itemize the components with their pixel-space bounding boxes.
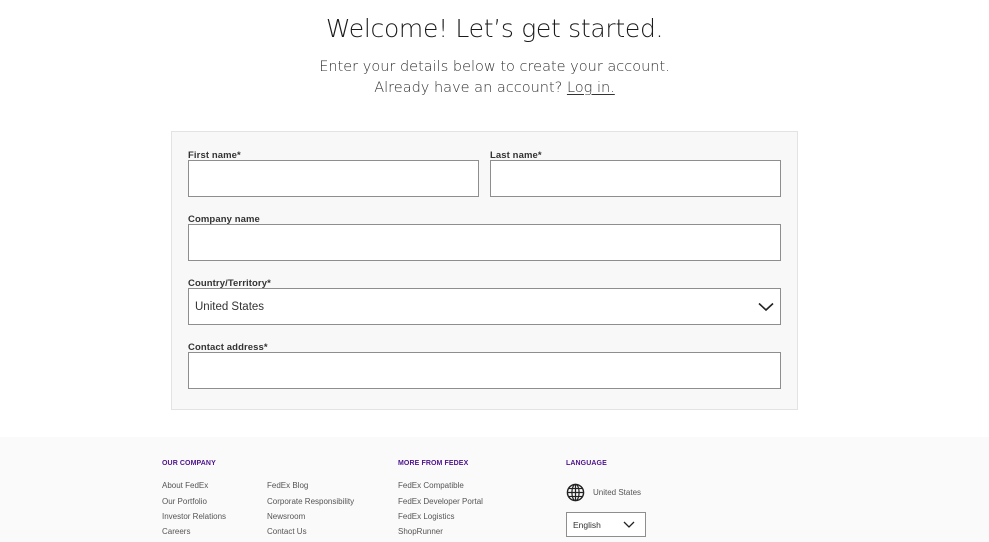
- footer-link-corporate-responsibility[interactable]: Corporate Responsibility: [267, 497, 354, 506]
- footer-link-contact-us[interactable]: Contact Us: [267, 527, 307, 536]
- region-selector[interactable]: United States: [566, 483, 641, 502]
- last-name-input[interactable]: [490, 160, 781, 197]
- chevron-down-icon: [623, 521, 635, 528]
- footer-link-investor-relations[interactable]: Investor Relations: [162, 512, 226, 521]
- footer-link-shoprunner[interactable]: ShopRunner: [398, 527, 443, 536]
- footer-link-fedex-developer-portal[interactable]: FedEx Developer Portal: [398, 497, 483, 506]
- footer-link-careers[interactable]: Careers: [162, 527, 190, 536]
- footer-link-our-portfolio[interactable]: Our Portfolio: [162, 497, 207, 506]
- country-field: Country/Territory* United States: [188, 278, 781, 325]
- page-subtitle: Enter your details below to create your …: [319, 59, 670, 75]
- footer-link-fedex-blog[interactable]: FedEx Blog: [267, 481, 308, 490]
- footer-heading-our-company: OUR COMPANY: [162, 460, 216, 467]
- chevron-down-icon: [758, 302, 774, 311]
- company-name-input[interactable]: [188, 224, 781, 261]
- footer-link-about-fedex[interactable]: About FedEx: [162, 481, 208, 490]
- country-selected-value: United States: [195, 300, 265, 313]
- contact-address-field: Contact address*: [188, 342, 781, 389]
- language-selected-value: English: [573, 519, 601, 530]
- footer-link-fedex-compatible[interactable]: FedEx Compatible: [398, 481, 464, 490]
- company-name-field: Company name: [188, 214, 781, 261]
- first-name-field: First name*: [188, 150, 479, 197]
- country-select[interactable]: United States: [188, 288, 781, 325]
- footer-link-newsroom[interactable]: Newsroom: [267, 512, 305, 521]
- footer: OUR COMPANY About FedEx Our Portfolio In…: [0, 437, 989, 542]
- language-select[interactable]: English: [566, 512, 646, 537]
- login-link[interactable]: Log in.: [567, 80, 615, 96]
- page-title: Welcome! Let’s get started.: [325, 14, 664, 43]
- login-prompt: Already have an account? Log in.: [0, 80, 989, 96]
- region-label: United States: [593, 488, 642, 497]
- footer-link-fedex-logistics[interactable]: FedEx Logistics: [398, 512, 454, 521]
- footer-heading-more-from-fedex: MORE FROM FEDEX: [398, 460, 469, 467]
- last-name-field: Last name*: [490, 150, 781, 197]
- first-name-input[interactable]: [188, 160, 479, 197]
- globe-icon: [566, 483, 585, 502]
- signup-form: First name* Last name* Company name Coun…: [171, 131, 798, 410]
- contact-address-input[interactable]: [188, 352, 781, 389]
- footer-heading-language: LANGUAGE: [566, 460, 607, 467]
- login-prompt-text: Already have an account?: [374, 80, 563, 96]
